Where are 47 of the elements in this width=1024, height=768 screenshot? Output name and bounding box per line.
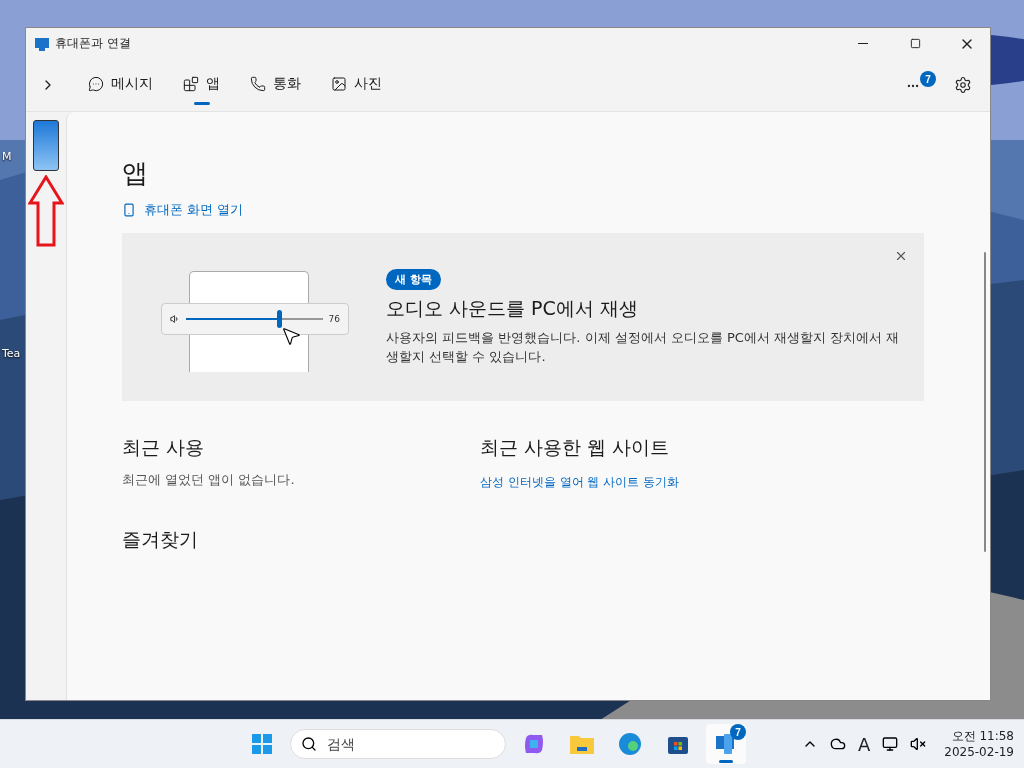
input-mode-indicator[interactable]: A bbox=[857, 733, 871, 755]
phone-icon bbox=[250, 76, 266, 92]
volume-reading: 76 bbox=[328, 314, 340, 324]
window-title: 휴대폰과 연결 bbox=[55, 35, 132, 52]
phone-icon bbox=[122, 203, 136, 217]
nav-tab[interactable]: 메시지 bbox=[80, 65, 161, 105]
speaker-icon bbox=[170, 314, 180, 324]
taskbar-app-button[interactable]: 7 bbox=[706, 724, 746, 764]
banner-text: 사용자의 피드백을 반영했습니다. 이제 설정에서 오디오를 PC에서 재생할지 장치에서 재생할지 선택할 수 있습니다. bbox=[386, 328, 900, 366]
section-title: 최근 사용 bbox=[122, 435, 206, 460]
cloud-icon[interactable] bbox=[829, 736, 846, 752]
nav-tab[interactable]: 사진 bbox=[323, 65, 390, 105]
search-icon bbox=[301, 736, 317, 752]
notification-badge: 7 bbox=[920, 71, 936, 87]
desktop-icon-label[interactable]: Tea bbox=[2, 347, 21, 360]
phone-thumbnail[interactable] bbox=[33, 120, 59, 171]
close-icon bbox=[894, 249, 908, 263]
arrow-drawing bbox=[28, 175, 64, 247]
empty-message: 최근에 열었던 앱이 없습니다. bbox=[122, 471, 296, 489]
section-title: 즐겨찾기 bbox=[122, 527, 199, 552]
phone-link-icon bbox=[35, 36, 49, 51]
nav-tab[interactable]: 앱 bbox=[175, 65, 228, 105]
desktop-icon-label[interactable]: M bbox=[2, 150, 12, 163]
windows-logo-icon bbox=[252, 734, 272, 754]
browser-icon bbox=[618, 732, 642, 756]
chat-bubble-icon bbox=[88, 76, 104, 92]
muted-speaker-icon[interactable] bbox=[910, 736, 927, 752]
sync-link[interactable]: 삼성 인터넷을 열어 웹 사이트 동기화 bbox=[480, 474, 680, 491]
minimize-icon bbox=[858, 43, 868, 44]
monitor-icon[interactable] bbox=[882, 736, 899, 752]
image-icon bbox=[331, 76, 347, 92]
scrollbar[interactable] bbox=[984, 252, 986, 552]
banner-title: 오디오 사운드를 PC에서 재생 bbox=[386, 295, 638, 321]
folder-icon bbox=[569, 733, 595, 755]
new-tag: 새 항목 bbox=[386, 268, 441, 290]
search-field[interactable]: 검색 bbox=[290, 729, 506, 759]
clock[interactable]: 오전 11:58 2025-02-19 bbox=[944, 728, 1014, 760]
section-title: 최근 사용한 웹 사이트 bbox=[480, 435, 671, 460]
settings-icon bbox=[954, 76, 972, 94]
maximize-icon bbox=[909, 38, 921, 49]
copilot-icon bbox=[522, 732, 546, 756]
more-button[interactable]: 7 bbox=[902, 71, 936, 99]
blocks-icon bbox=[183, 76, 199, 92]
notification-badge: 7 bbox=[730, 724, 746, 740]
nav-tab[interactable]: 통화 bbox=[242, 65, 309, 105]
open-screen-link[interactable]: 휴대폰 화면 열기 bbox=[122, 201, 244, 219]
page-title: 앱 bbox=[122, 157, 149, 190]
